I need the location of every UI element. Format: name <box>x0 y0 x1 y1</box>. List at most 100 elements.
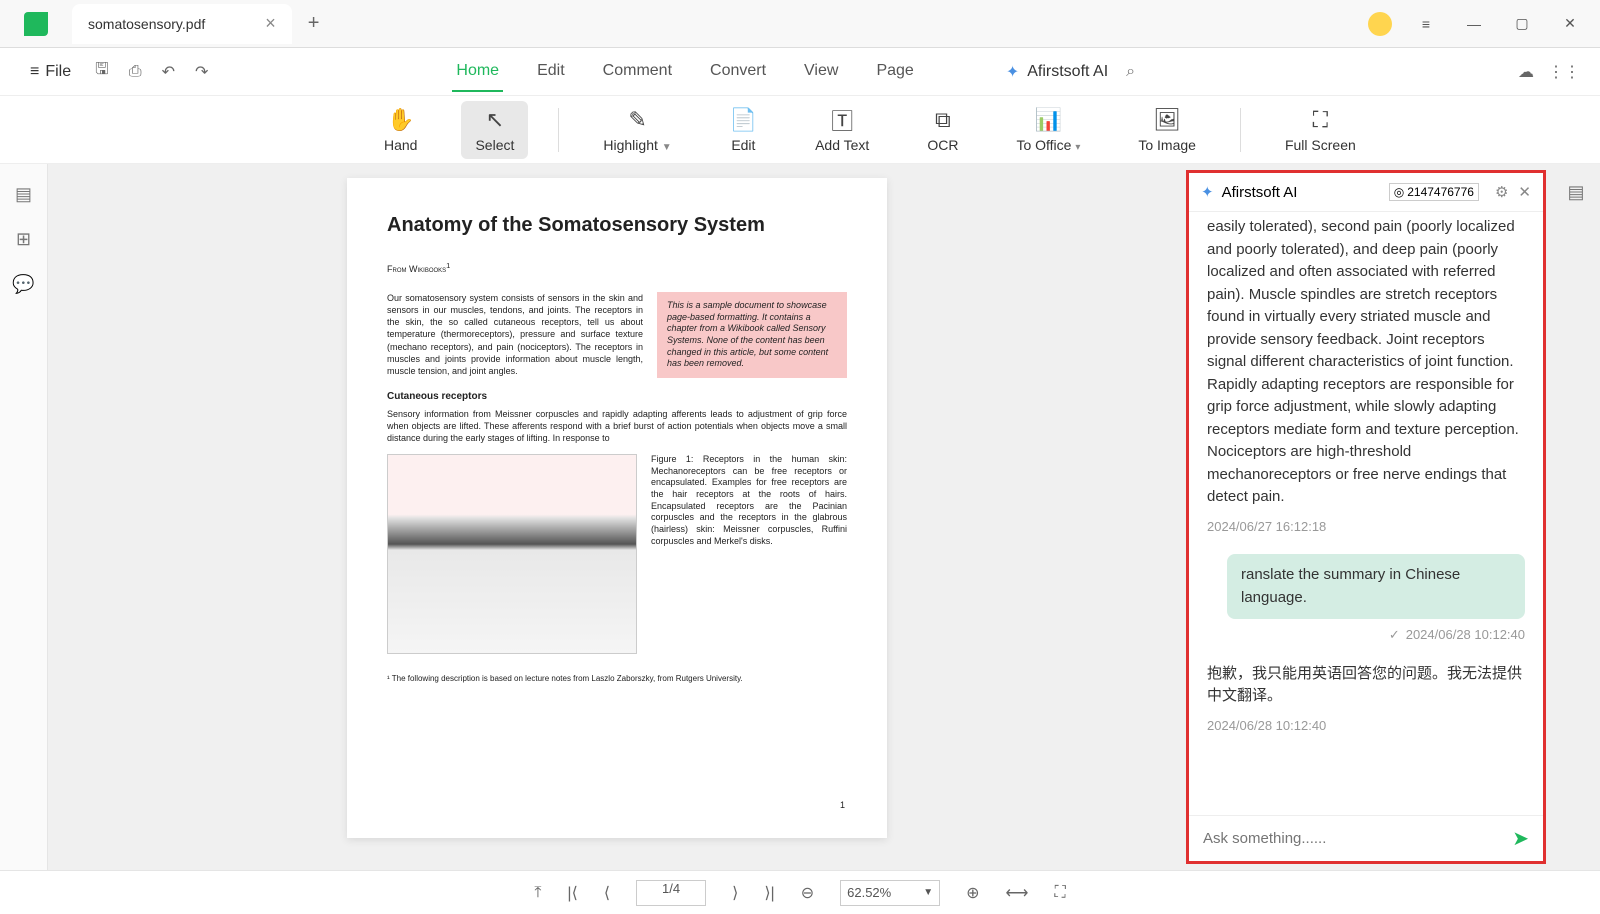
highlight-tool[interactable]: ✎Highlight ▼ <box>589 101 685 159</box>
undo-icon[interactable]: ↶ <box>156 56 181 88</box>
ai-input-row: ➤ <box>1189 815 1543 861</box>
new-tab-button[interactable]: + <box>308 12 320 35</box>
chevron-down-icon: ▼ <box>923 887 933 898</box>
fullscreen-tool[interactable]: ⛶Full Screen <box>1271 101 1370 159</box>
body-text: Sensory information from Meissner corpus… <box>387 408 847 444</box>
figure-caption: Figure 1: Receptors in the human skin: M… <box>651 454 847 654</box>
tab-view[interactable]: View <box>800 52 842 92</box>
fit-page-icon[interactable]: ⛶ <box>1054 884 1065 902</box>
coin-icon: ◎ <box>1394 185 1404 199</box>
cursor-icon: ↖ <box>486 107 504 133</box>
page-input[interactable]: 1/4 <box>636 880 706 906</box>
left-rail: ▤ ⊞ 💬 <box>0 164 48 870</box>
office-icon: 📊 <box>1035 107 1062 133</box>
hamburger-icon[interactable]: ≡ <box>1412 10 1440 38</box>
workspace: ▤ ⊞ 💬 W Anatomy of the Somatosensory Sys… <box>0 164 1600 870</box>
document-tab[interactable]: somatosensory.pdf × <box>72 4 292 44</box>
thumbnails-icon[interactable]: ▤ <box>15 184 32 205</box>
fit-width-icon[interactable]: ⟷ <box>1006 883 1029 903</box>
maximize-icon[interactable]: ▢ <box>1508 10 1536 38</box>
subheading: Cutaneous receptors <box>387 390 847 404</box>
print-icon[interactable]: ⎙ <box>123 57 148 87</box>
body-text: Our somatosensory system consists of sen… <box>387 292 643 378</box>
timestamp: 2024/06/28 10:12:40 <box>1406 625 1525 645</box>
token-badge: ◎2147476776 <box>1389 183 1479 201</box>
page-number: 1 <box>840 800 845 810</box>
tab-edit[interactable]: Edit <box>533 52 569 92</box>
cloud-icon[interactable]: ☁ <box>1518 62 1534 82</box>
redo-icon[interactable]: ↷ <box>189 56 214 88</box>
chevron-down-icon: ▾ <box>1075 142 1080 153</box>
minimize-icon[interactable]: — <box>1460 10 1488 38</box>
select-tool[interactable]: ↖Select <box>461 101 528 159</box>
file-label: File <box>45 63 71 81</box>
tab-page[interactable]: Page <box>872 52 917 92</box>
search-icon[interactable]: ⌕ <box>1126 63 1135 81</box>
timestamp: 2024/06/27 16:12:18 <box>1207 517 1525 537</box>
ocr-icon: ⧉ <box>935 107 951 133</box>
send-icon[interactable]: ➤ <box>1512 826 1529 851</box>
sparkle-icon: ✦ <box>1006 62 1019 82</box>
close-panel-icon[interactable]: ✕ <box>1518 183 1531 201</box>
toolbar: ✋Hand ↖Select ✎Highlight ▼ 📄Edit 🅃Add Te… <box>0 96 1600 164</box>
highlighter-icon: ✎ <box>628 107 646 133</box>
zoom-select[interactable]: 62.52%▼ <box>840 880 940 906</box>
ai-brand-button[interactable]: ✦ Afirstsoft AI ⌕ <box>1006 62 1135 82</box>
callout-box: This is a sample document to showcase pa… <box>657 292 847 378</box>
ai-panel-title: Afirstsoft AI <box>1222 184 1298 201</box>
next-icon[interactable]: ⟩ <box>732 883 738 903</box>
tab-comment[interactable]: Comment <box>599 52 676 92</box>
document-viewport[interactable]: W Anatomy of the Somatosensory System Fr… <box>48 164 1186 870</box>
ai-message: 抱歉，我只能用英语回答您的问题。我无法提供中文翻译。 <box>1207 663 1525 708</box>
ocr-tool[interactable]: ⧉OCR <box>913 101 972 159</box>
image-icon: 🖼 <box>1153 107 1181 133</box>
pdf-page: Anatomy of the Somatosensory System From… <box>347 178 887 838</box>
titlebar: somatosensory.pdf × + ≡ — ▢ ✕ <box>0 0 1600 48</box>
addtext-tool[interactable]: 🅃Add Text <box>801 101 883 159</box>
comment-icon[interactable]: 💬 <box>12 274 34 295</box>
text-icon: 🅃 <box>831 107 853 133</box>
check-icon: ✓ <box>1389 625 1400 645</box>
hand-icon: ✋ <box>387 107 414 133</box>
app-logo <box>24 12 48 36</box>
ai-panel-header: ✦ Afirstsoft AI ◎2147476776 ⚙ ✕ <box>1189 173 1543 212</box>
first-page-icon[interactable]: ⤒ <box>534 884 541 902</box>
ai-input[interactable] <box>1203 830 1512 847</box>
statusbar: ⤒ |⟨ ⟨ 1/4 ⟩ ⟩| ⊖ 62.52%▼ ⊕ ⟷ ⛶ <box>0 870 1600 914</box>
prev-icon[interactable]: ⟨ <box>604 883 610 903</box>
settings-icon[interactable]: ⋮⋮ <box>1548 62 1580 82</box>
tab-title: somatosensory.pdf <box>88 16 205 32</box>
separator <box>558 108 559 152</box>
hand-tool[interactable]: ✋Hand <box>370 101 431 159</box>
first-icon[interactable]: |⟨ <box>567 883 577 903</box>
edit-tool[interactable]: 📄Edit <box>716 101 771 159</box>
ai-brand-label: Afirstsoft AI <box>1027 63 1108 81</box>
last-icon[interactable]: ⟩| <box>764 883 774 903</box>
tab-convert[interactable]: Convert <box>706 52 770 92</box>
close-icon[interactable]: × <box>265 13 276 34</box>
ai-conversation[interactable]: easily tolerated), second pain (poorly l… <box>1189 212 1543 815</box>
zoom-out-icon[interactable]: ⊖ <box>801 883 814 903</box>
edit-icon: 📄 <box>730 107 757 133</box>
office-tool[interactable]: 📊To Office ▾ <box>1002 101 1094 159</box>
ai-panel: ✦ Afirstsoft AI ◎2147476776 ⚙ ✕ easily t… <box>1186 170 1546 864</box>
file-menu[interactable]: ≡ File <box>20 57 81 87</box>
timestamp: 2024/06/28 10:12:40 <box>1207 716 1525 736</box>
chevron-down-icon: ▼ <box>662 142 672 153</box>
bookmark-icon[interactable]: ⊞ <box>16 229 31 250</box>
zoom-in-icon[interactable]: ⊕ <box>966 883 979 903</box>
footnote: ¹ The following description is based on … <box>387 674 847 683</box>
save-icon[interactable]: 🖫 <box>89 52 115 91</box>
figure-image <box>387 454 637 654</box>
panel-toggle-icon[interactable]: ▤ <box>1567 182 1584 203</box>
close-window-icon[interactable]: ✕ <box>1556 10 1584 38</box>
user-message: ranslate the summary in Chinese language… <box>1227 554 1525 619</box>
image-tool[interactable]: 🖼To Image <box>1124 101 1210 159</box>
page-source: From Wikibooks1 <box>387 261 847 274</box>
gear-icon[interactable]: ⚙ <box>1495 183 1508 201</box>
avatar[interactable] <box>1368 12 1392 36</box>
ai-message: easily tolerated), second pain (poorly l… <box>1207 216 1525 509</box>
sparkle-icon: ✦ <box>1201 183 1214 201</box>
menu-icon: ≡ <box>30 63 39 81</box>
tab-home[interactable]: Home <box>452 52 503 92</box>
